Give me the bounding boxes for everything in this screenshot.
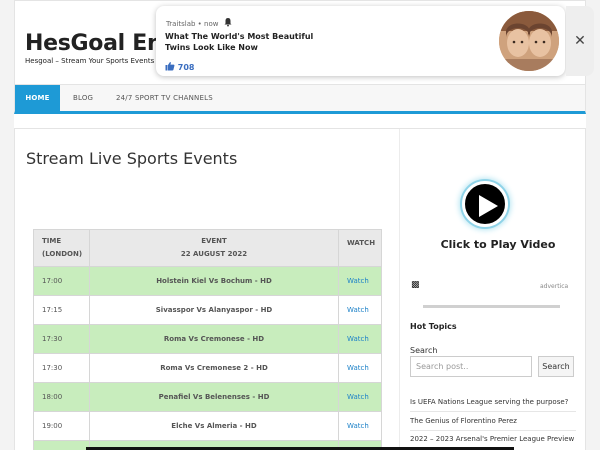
header-time-zone: (LONDON) xyxy=(42,250,83,258)
header-time: TIME (LONDON) xyxy=(33,229,90,267)
header-time-label: TIME xyxy=(42,237,62,245)
row-time: 17:30 xyxy=(33,324,90,354)
search-input[interactable] xyxy=(410,356,532,377)
video-play-label[interactable]: Click to Play Video xyxy=(410,238,586,251)
row-time: 17:15 xyxy=(33,295,90,325)
table-row: 17:00 Holstein Kiel Vs Bochum - HD Watch xyxy=(33,266,382,296)
schedule-table: TIME (LONDON) EVENT 22 AUGUST 2022 WATCH… xyxy=(33,229,382,450)
watch-link[interactable]: Watch xyxy=(347,335,369,343)
ad-logo-icon: ▩ xyxy=(411,280,420,290)
row-time xyxy=(33,440,90,450)
likes-count: 708 xyxy=(177,63,195,72)
site-tagline: Hesgoal – Stream Your Sports Events Live xyxy=(25,57,171,65)
notification-close-button[interactable]: ✕ xyxy=(566,6,594,76)
ad-brand[interactable]: advertica xyxy=(540,283,568,290)
hot-topics-heading: Hot Topics xyxy=(410,322,457,331)
sidebar-divider xyxy=(399,129,400,450)
nav-item-home[interactable]: HOME xyxy=(15,85,60,112)
post-separator xyxy=(410,411,576,412)
notification-likes: 708 xyxy=(165,61,195,72)
row-watch-cell: Watch xyxy=(338,353,382,383)
row-time: 17:00 xyxy=(33,266,90,296)
header-event: EVENT 22 AUGUST 2022 xyxy=(89,229,339,267)
row-time: 18:00 xyxy=(33,382,90,412)
table-header-row: TIME (LONDON) EVENT 22 AUGUST 2022 WATCH xyxy=(33,229,382,267)
thumbs-up-icon xyxy=(165,62,175,71)
post-link[interactable]: Is UEFA Nations League serving the purpo… xyxy=(410,398,576,406)
row-time: 19:00 xyxy=(33,411,90,441)
search-label: Search xyxy=(410,346,438,355)
play-icon xyxy=(479,195,498,217)
bell-icon xyxy=(224,18,232,27)
notification-meta: Traitslab • now xyxy=(166,17,233,28)
table-row: 19:00 Elche Vs Almeria - HD Watch xyxy=(33,411,382,441)
post-separator xyxy=(410,430,576,431)
row-time: 17:30 xyxy=(33,353,90,383)
row-event: Roma Vs Cremonese - HD xyxy=(89,324,339,354)
twins-photo-icon xyxy=(499,11,559,71)
table-row: 17:15 Sivasspor Vs Alanyaspor - HD Watch xyxy=(33,295,382,325)
notification-time: now xyxy=(204,20,219,28)
row-watch-cell: Watch xyxy=(338,266,382,296)
post-link[interactable]: 2022 – 2023 Arsenal's Premier League Pre… xyxy=(410,435,576,443)
table-row: 17:30 Roma Vs Cremonese - HD Watch xyxy=(33,324,382,354)
table-row: 18:00 Penafiel Vs Belenenses - HD Watch xyxy=(33,382,382,412)
watch-link[interactable]: Watch xyxy=(347,364,369,372)
row-watch-cell: Watch xyxy=(338,324,382,354)
row-event: Elche Vs Almeria - HD xyxy=(89,411,339,441)
main-nav: HOME BLOG 24/7 SPORT TV CHANNELS xyxy=(14,84,586,114)
search-button[interactable]: Search xyxy=(538,356,574,377)
watch-link[interactable]: Watch xyxy=(347,277,369,285)
notification-image[interactable] xyxy=(499,11,559,71)
watch-link[interactable]: Watch xyxy=(347,393,369,401)
header-event-label: EVENT xyxy=(201,237,227,245)
ad-progress-bar xyxy=(423,305,560,308)
post-link[interactable]: The Genius of Florentino Perez xyxy=(410,417,576,425)
row-watch-cell: Watch xyxy=(338,382,382,412)
notification-source: Traitslab xyxy=(166,20,196,28)
header-watch: WATCH xyxy=(338,229,382,267)
table-row: 17:30 Roma Vs Cremonese 2 - HD Watch xyxy=(33,353,382,383)
nav-item-blog[interactable]: BLOG xyxy=(73,85,93,112)
row-watch-cell: Watch xyxy=(338,295,382,325)
row-event: Penafiel Vs Belenenses - HD xyxy=(89,382,339,412)
row-event: Roma Vs Cremonese 2 - HD xyxy=(89,353,339,383)
nav-item-sport-tv-channels[interactable]: 24/7 SPORT TV CHANNELS xyxy=(116,85,213,112)
row-event: Holstein Kiel Vs Bochum - HD xyxy=(89,266,339,296)
watch-link[interactable]: Watch xyxy=(347,306,369,314)
row-watch-cell: Watch xyxy=(338,411,382,441)
watch-link[interactable]: Watch xyxy=(347,422,369,430)
notification-title[interactable]: What The World's Most Beautiful Twins Lo… xyxy=(165,31,315,53)
header-event-date: 22 AUGUST 2022 xyxy=(180,250,248,258)
page-title: Stream Live Sports Events xyxy=(26,149,238,168)
notification-popup[interactable]: Traitslab • now What The World's Most Be… xyxy=(156,6,565,76)
video-play-button[interactable] xyxy=(462,181,508,227)
row-event: Sivasspor Vs Alanyaspor - HD xyxy=(89,295,339,325)
